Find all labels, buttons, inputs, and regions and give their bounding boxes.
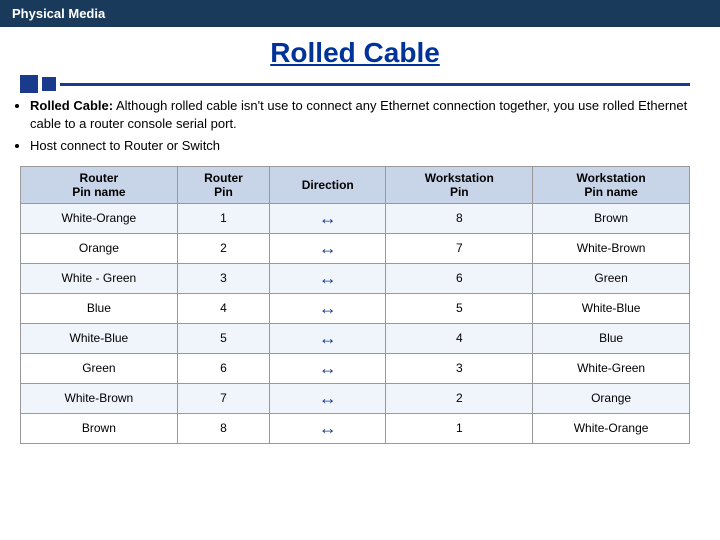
bullet1-bold: Rolled Cable: (30, 98, 113, 113)
data-cell: Orange (533, 383, 690, 413)
table-row: Blue4↔5White-Blue (21, 293, 690, 323)
data-cell: 5 (177, 323, 269, 353)
data-cell: White-Green (533, 353, 690, 383)
data-cell: 6 (177, 353, 269, 383)
data-cell: Brown (21, 413, 178, 443)
direction-cell: ↔ (270, 293, 386, 323)
table-body: White-Orange1↔8BrownOrange2↔7White-Brown… (21, 203, 690, 443)
bullet1-text: Although rolled cable isn't use to conne… (30, 98, 687, 131)
col-direction: Direction (270, 166, 386, 203)
data-cell: White-Brown (533, 233, 690, 263)
direction-cell: ↔ (270, 413, 386, 443)
blue-square-large (20, 75, 38, 93)
data-cell: Orange (21, 233, 178, 263)
header-title: Physical Media (12, 6, 105, 21)
data-cell: White-Blue (533, 293, 690, 323)
data-cell: 8 (177, 413, 269, 443)
table-row: White-Orange1↔8Brown (21, 203, 690, 233)
decorators (20, 75, 690, 93)
bullet-item-2: Host connect to Router or Switch (30, 137, 690, 155)
data-cell: Brown (533, 203, 690, 233)
main-content: Rolled Cable Rolled Cable: Although roll… (0, 27, 720, 454)
title-area: Rolled Cable (20, 37, 690, 69)
data-cell: Green (21, 353, 178, 383)
table-row: Green6↔3White-Green (21, 353, 690, 383)
bullet2-text: Host connect to Router or Switch (30, 138, 220, 153)
horizontal-line (60, 83, 690, 86)
data-cell: 4 (386, 323, 533, 353)
data-cell: 7 (386, 233, 533, 263)
data-cell: 6 (386, 263, 533, 293)
data-cell: 4 (177, 293, 269, 323)
data-cell: 1 (386, 413, 533, 443)
table-row: Orange2↔7White-Brown (21, 233, 690, 263)
data-cell: White-Orange (533, 413, 690, 443)
data-cell: 7 (177, 383, 269, 413)
col-router-pin-name: RouterPin name (21, 166, 178, 203)
header-row: RouterPin name RouterPin Direction Works… (21, 166, 690, 203)
direction-cell: ↔ (270, 263, 386, 293)
direction-cell: ↔ (270, 203, 386, 233)
col-ws-pin: WorkstationPin (386, 166, 533, 203)
table-row: White-Brown7↔2Orange (21, 383, 690, 413)
data-cell: 8 (386, 203, 533, 233)
data-cell: 1 (177, 203, 269, 233)
data-cell: Blue (533, 323, 690, 353)
direction-cell: ↔ (270, 383, 386, 413)
data-cell: 3 (177, 263, 269, 293)
bullet-item-1: Rolled Cable: Although rolled cable isn'… (30, 97, 690, 133)
data-cell: 2 (177, 233, 269, 263)
cable-table: RouterPin name RouterPin Direction Works… (20, 166, 690, 444)
data-cell: White-Blue (21, 323, 178, 353)
direction-cell: ↔ (270, 353, 386, 383)
data-cell: White - Green (21, 263, 178, 293)
data-cell: White-Orange (21, 203, 178, 233)
header-bar: Physical Media (0, 0, 720, 27)
table-header: RouterPin name RouterPin Direction Works… (21, 166, 690, 203)
data-cell: 5 (386, 293, 533, 323)
direction-cell: ↔ (270, 233, 386, 263)
data-cell: Green (533, 263, 690, 293)
page-title: Rolled Cable (270, 37, 440, 68)
table-row: White-Blue5↔4Blue (21, 323, 690, 353)
col-router-pin: RouterPin (177, 166, 269, 203)
data-cell: White-Brown (21, 383, 178, 413)
data-cell: Blue (21, 293, 178, 323)
data-cell: 2 (386, 383, 533, 413)
blue-square-small (42, 77, 56, 91)
table-row: Brown8↔1White-Orange (21, 413, 690, 443)
table-row: White - Green3↔6Green (21, 263, 690, 293)
bullet-list: Rolled Cable: Although rolled cable isn'… (20, 97, 690, 156)
col-ws-pin-name: WorkstationPin name (533, 166, 690, 203)
direction-cell: ↔ (270, 323, 386, 353)
data-cell: 3 (386, 353, 533, 383)
